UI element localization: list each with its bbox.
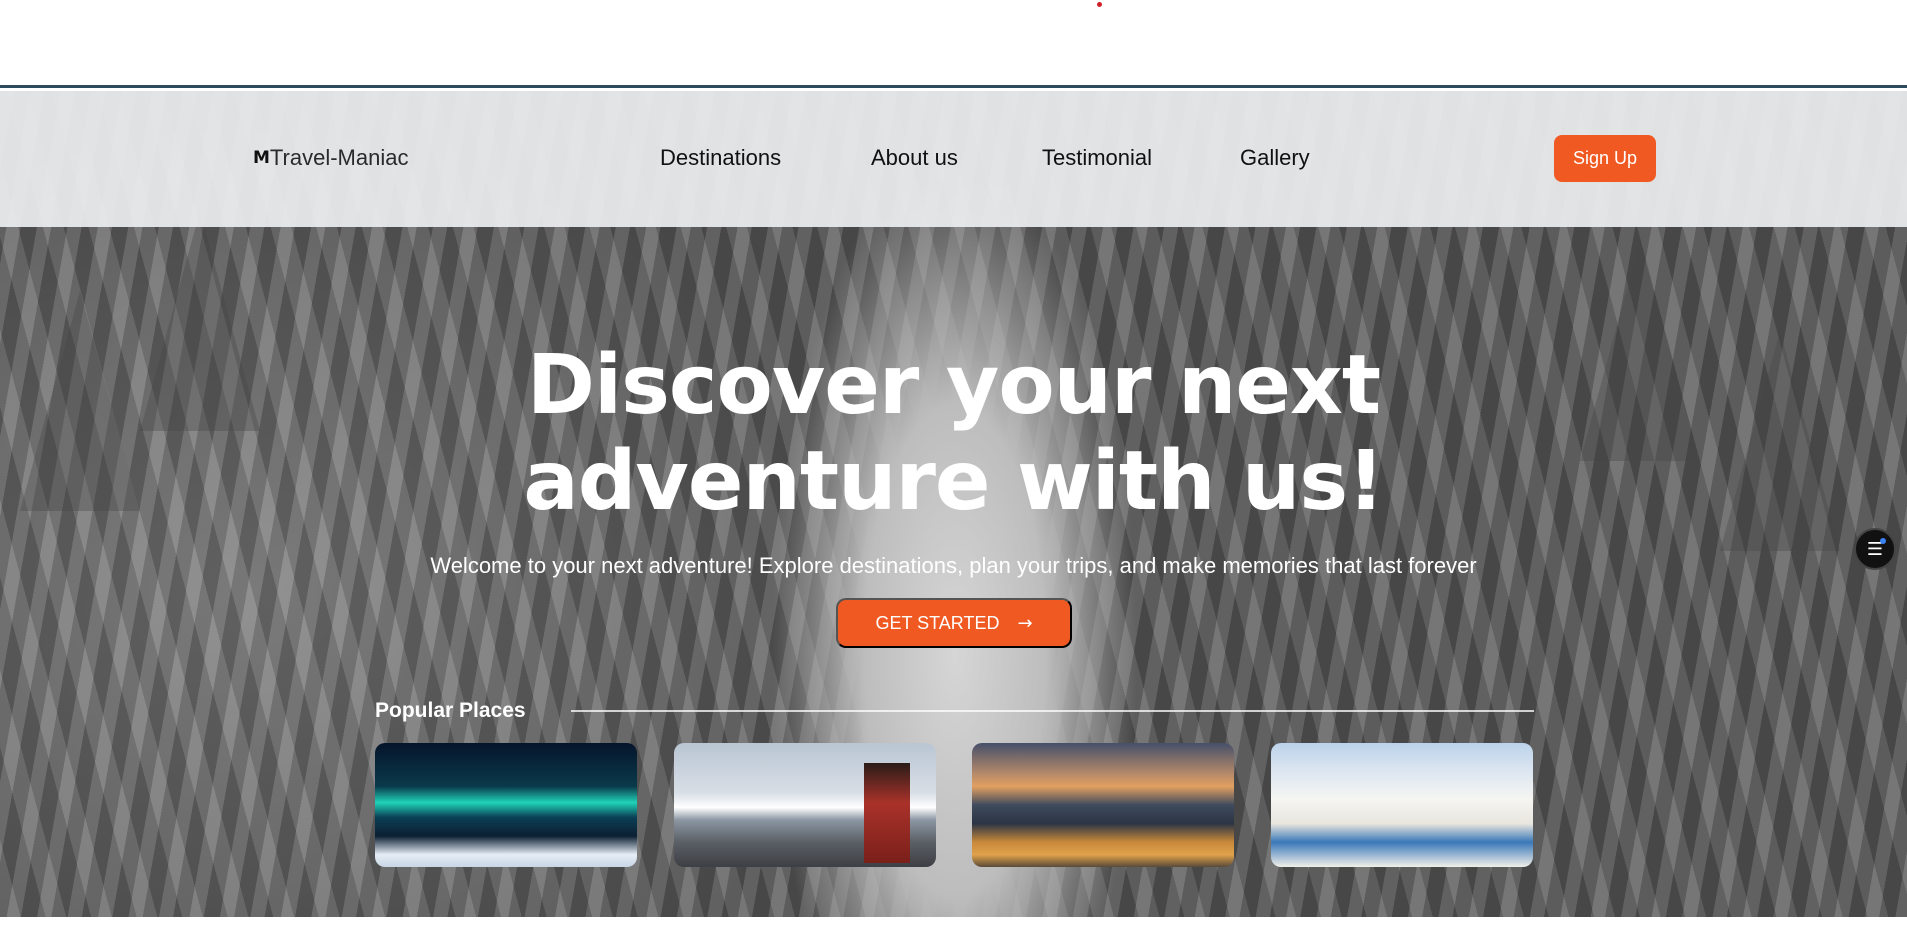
hero-headline: Discover your next adventure with us! bbox=[400, 338, 1507, 530]
place-card-fuji[interactable] bbox=[674, 743, 936, 867]
get-started-label: GET STARTED bbox=[875, 612, 1000, 633]
arrow-right-icon: → bbox=[1017, 612, 1033, 634]
nav-about-us[interactable]: About us bbox=[871, 145, 958, 171]
floating-menu-button[interactable]: ☰ bbox=[1854, 528, 1896, 570]
popular-places-title: Popular Places bbox=[375, 699, 526, 722]
notification-dot bbox=[1880, 538, 1886, 544]
bottom-strip bbox=[0, 917, 1907, 926]
logo-icon: M bbox=[253, 148, 270, 168]
nav-gallery[interactable]: Gallery bbox=[1240, 145, 1310, 171]
tree-shape bbox=[140, 211, 260, 431]
place-card-harbor[interactable] bbox=[972, 743, 1234, 867]
tree-shape bbox=[1720, 331, 1840, 551]
place-card-santorini[interactable] bbox=[1271, 743, 1533, 867]
section-divider bbox=[571, 710, 1534, 712]
place-card-aurora[interactable] bbox=[375, 743, 637, 867]
signup-button[interactable]: Sign Up bbox=[1554, 135, 1656, 182]
top-bar bbox=[0, 0, 1907, 88]
brand-logo[interactable]: M Travel-Maniac bbox=[253, 145, 408, 171]
tree-shape bbox=[20, 291, 140, 511]
nav-destinations[interactable]: Destinations bbox=[660, 145, 781, 171]
headline-line-1: Discover your next bbox=[526, 338, 1381, 433]
nav-testimonial[interactable]: Testimonial bbox=[1042, 145, 1152, 171]
indicator-dot bbox=[1097, 2, 1102, 7]
hero-subtitle: Welcome to your next adventure! Explore … bbox=[430, 553, 1477, 578]
pagoda-shape bbox=[864, 763, 910, 863]
headline-line-2: adventure with us! bbox=[523, 434, 1384, 529]
brand-name: Travel-Maniac bbox=[269, 145, 409, 170]
tree-shape bbox=[1580, 241, 1700, 461]
get-started-button[interactable]: GET STARTED → bbox=[836, 598, 1072, 648]
page: M Travel-Maniac Destinations About us Te… bbox=[0, 0, 1907, 926]
